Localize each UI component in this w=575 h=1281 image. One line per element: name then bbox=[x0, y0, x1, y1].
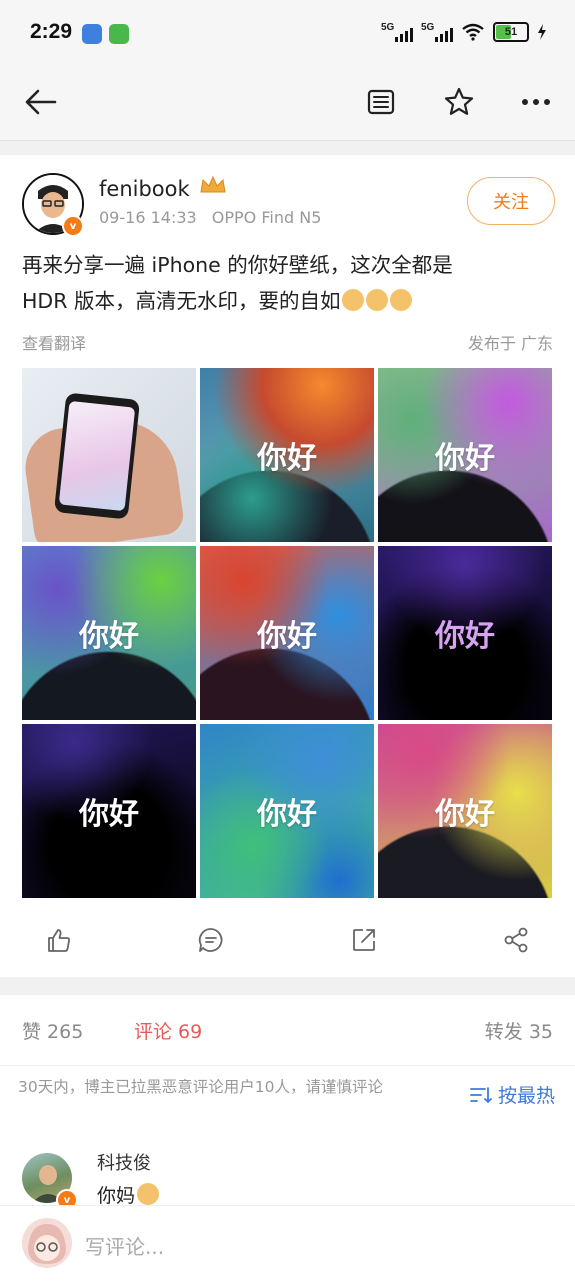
wallpaper-tile-yellow[interactable]: 你好 bbox=[378, 724, 552, 898]
wallpaper-tile-orange[interactable]: 你好 bbox=[200, 368, 374, 542]
favorite-button[interactable] bbox=[437, 80, 481, 124]
post-action-bar bbox=[0, 915, 575, 965]
commenter-name[interactable]: 科技俊 bbox=[97, 1149, 151, 1175]
wallpaper-tile-dark-indigo[interactable]: 你好 bbox=[22, 724, 196, 898]
doge-emoji-icon bbox=[390, 289, 413, 311]
cellular-signal-icon: 5G bbox=[381, 22, 413, 42]
tile-caption: 你好 bbox=[435, 619, 495, 654]
doge-emoji-icon bbox=[137, 1183, 160, 1205]
charging-bolt-icon bbox=[538, 24, 546, 40]
sort-button[interactable]: 按最热 bbox=[470, 1081, 555, 1108]
post-text-line-2: HDR 版本，高清无水印，要的自如 bbox=[22, 289, 341, 313]
more-button[interactable] bbox=[514, 80, 558, 124]
crown-badge-icon bbox=[198, 175, 228, 200]
author-name[interactable]: fenibook bbox=[99, 177, 190, 201]
top-navigation-bar bbox=[0, 68, 575, 141]
tile-caption: 你好 bbox=[257, 619, 317, 654]
like-button[interactable] bbox=[42, 923, 76, 957]
document-icon bbox=[367, 89, 395, 115]
translate-link[interactable]: 查看翻译 bbox=[22, 330, 86, 354]
image-tile-phone-photo[interactable] bbox=[22, 368, 196, 542]
wallpaper-tile-blue[interactable]: 你好 bbox=[200, 546, 374, 720]
arrow-left-icon bbox=[25, 89, 57, 115]
sort-label: 按最热 bbox=[497, 1085, 555, 1107]
comment-button[interactable] bbox=[194, 923, 228, 957]
star-icon bbox=[444, 87, 474, 115]
post-device: OPPO Find N5 bbox=[211, 208, 322, 227]
verified-badge-icon: v bbox=[62, 215, 84, 237]
share-button[interactable] bbox=[499, 923, 533, 957]
comment-item: v 科技俊 你妈 bbox=[0, 1143, 575, 1213]
comment-input[interactable]: 写评论... bbox=[85, 1231, 164, 1260]
doge-emoji-icon bbox=[342, 289, 365, 311]
phone-shape bbox=[53, 392, 141, 520]
repost-button[interactable] bbox=[347, 923, 381, 957]
cellular-signal-icon-2: 5G bbox=[421, 22, 453, 42]
post-body: 再来分享一遍 iPhone 的你好壁纸，这次全都是 HDR 版本，高清无水印，要… bbox=[22, 247, 552, 319]
tile-caption: 你好 bbox=[79, 797, 139, 832]
image-grid: 你好 你好 你好 你好 你好 你好 你好 你好 bbox=[22, 368, 553, 899]
tile-caption: 你好 bbox=[79, 619, 139, 654]
app-notification-icon bbox=[82, 24, 102, 44]
moderation-notice: 30天内，博主已拉黑恶意评论用户10人，请谨慎评论 bbox=[18, 1078, 383, 1096]
reposts-tab[interactable]: 转发 35 bbox=[485, 1017, 553, 1044]
wallpaper-tile-dark-violet[interactable]: 你好 bbox=[378, 546, 552, 720]
sort-icon bbox=[470, 1086, 492, 1103]
comment-icon bbox=[198, 928, 223, 952]
post-location: 发布于 广东 bbox=[467, 334, 553, 353]
wallpaper-tile-teal[interactable]: 你好 bbox=[200, 724, 374, 898]
tile-caption: 你好 bbox=[257, 441, 317, 476]
wifi-icon bbox=[462, 23, 484, 41]
divider bbox=[0, 1065, 575, 1066]
tile-caption: 你好 bbox=[435, 797, 495, 832]
status-bar: 2:29 5G 5G 51 bbox=[0, 0, 575, 68]
comments-tab[interactable]: 评论 69 bbox=[134, 1017, 202, 1044]
battery-icon: 51 bbox=[493, 22, 529, 42]
post-text-line-1: 再来分享一遍 iPhone 的你好壁纸，这次全都是 bbox=[22, 253, 453, 277]
doge-emoji-icon bbox=[366, 289, 389, 311]
clock: 2:29 bbox=[30, 20, 73, 43]
like-icon bbox=[48, 929, 70, 952]
comment-text-wrapper: 你妈 bbox=[97, 1181, 160, 1208]
follow-button[interactable]: 关注 bbox=[467, 177, 555, 225]
more-icon bbox=[522, 99, 550, 105]
tile-caption: 你好 bbox=[435, 441, 495, 476]
post-card: v fenibook 09-16 14:33 OPPO Find N5 关注 再… bbox=[0, 155, 575, 977]
comment-text: 你妈 bbox=[97, 1185, 136, 1207]
share-out-icon bbox=[353, 929, 375, 951]
charging-notification-icon bbox=[109, 24, 129, 44]
my-avatar[interactable] bbox=[22, 1218, 72, 1268]
likes-tab[interactable]: 赞 265 bbox=[22, 1017, 83, 1044]
wallpaper-tile-green[interactable]: 你好 bbox=[22, 546, 196, 720]
back-button[interactable] bbox=[18, 80, 62, 124]
share-icon bbox=[504, 927, 528, 953]
document-button[interactable] bbox=[359, 80, 403, 124]
status-icons: 5G 5G 51 bbox=[381, 22, 547, 42]
post-timestamp: 09-16 14:33 bbox=[99, 208, 197, 227]
comment-composer: 写评论... bbox=[0, 1205, 575, 1281]
post-meta: 09-16 14:33 OPPO Find N5 bbox=[99, 208, 321, 227]
tile-caption: 你好 bbox=[257, 797, 317, 832]
post-text-line-2-wrapper: HDR 版本，高清无水印，要的自如 bbox=[22, 283, 552, 319]
wallpaper-tile-purple[interactable]: 你好 bbox=[378, 368, 552, 542]
